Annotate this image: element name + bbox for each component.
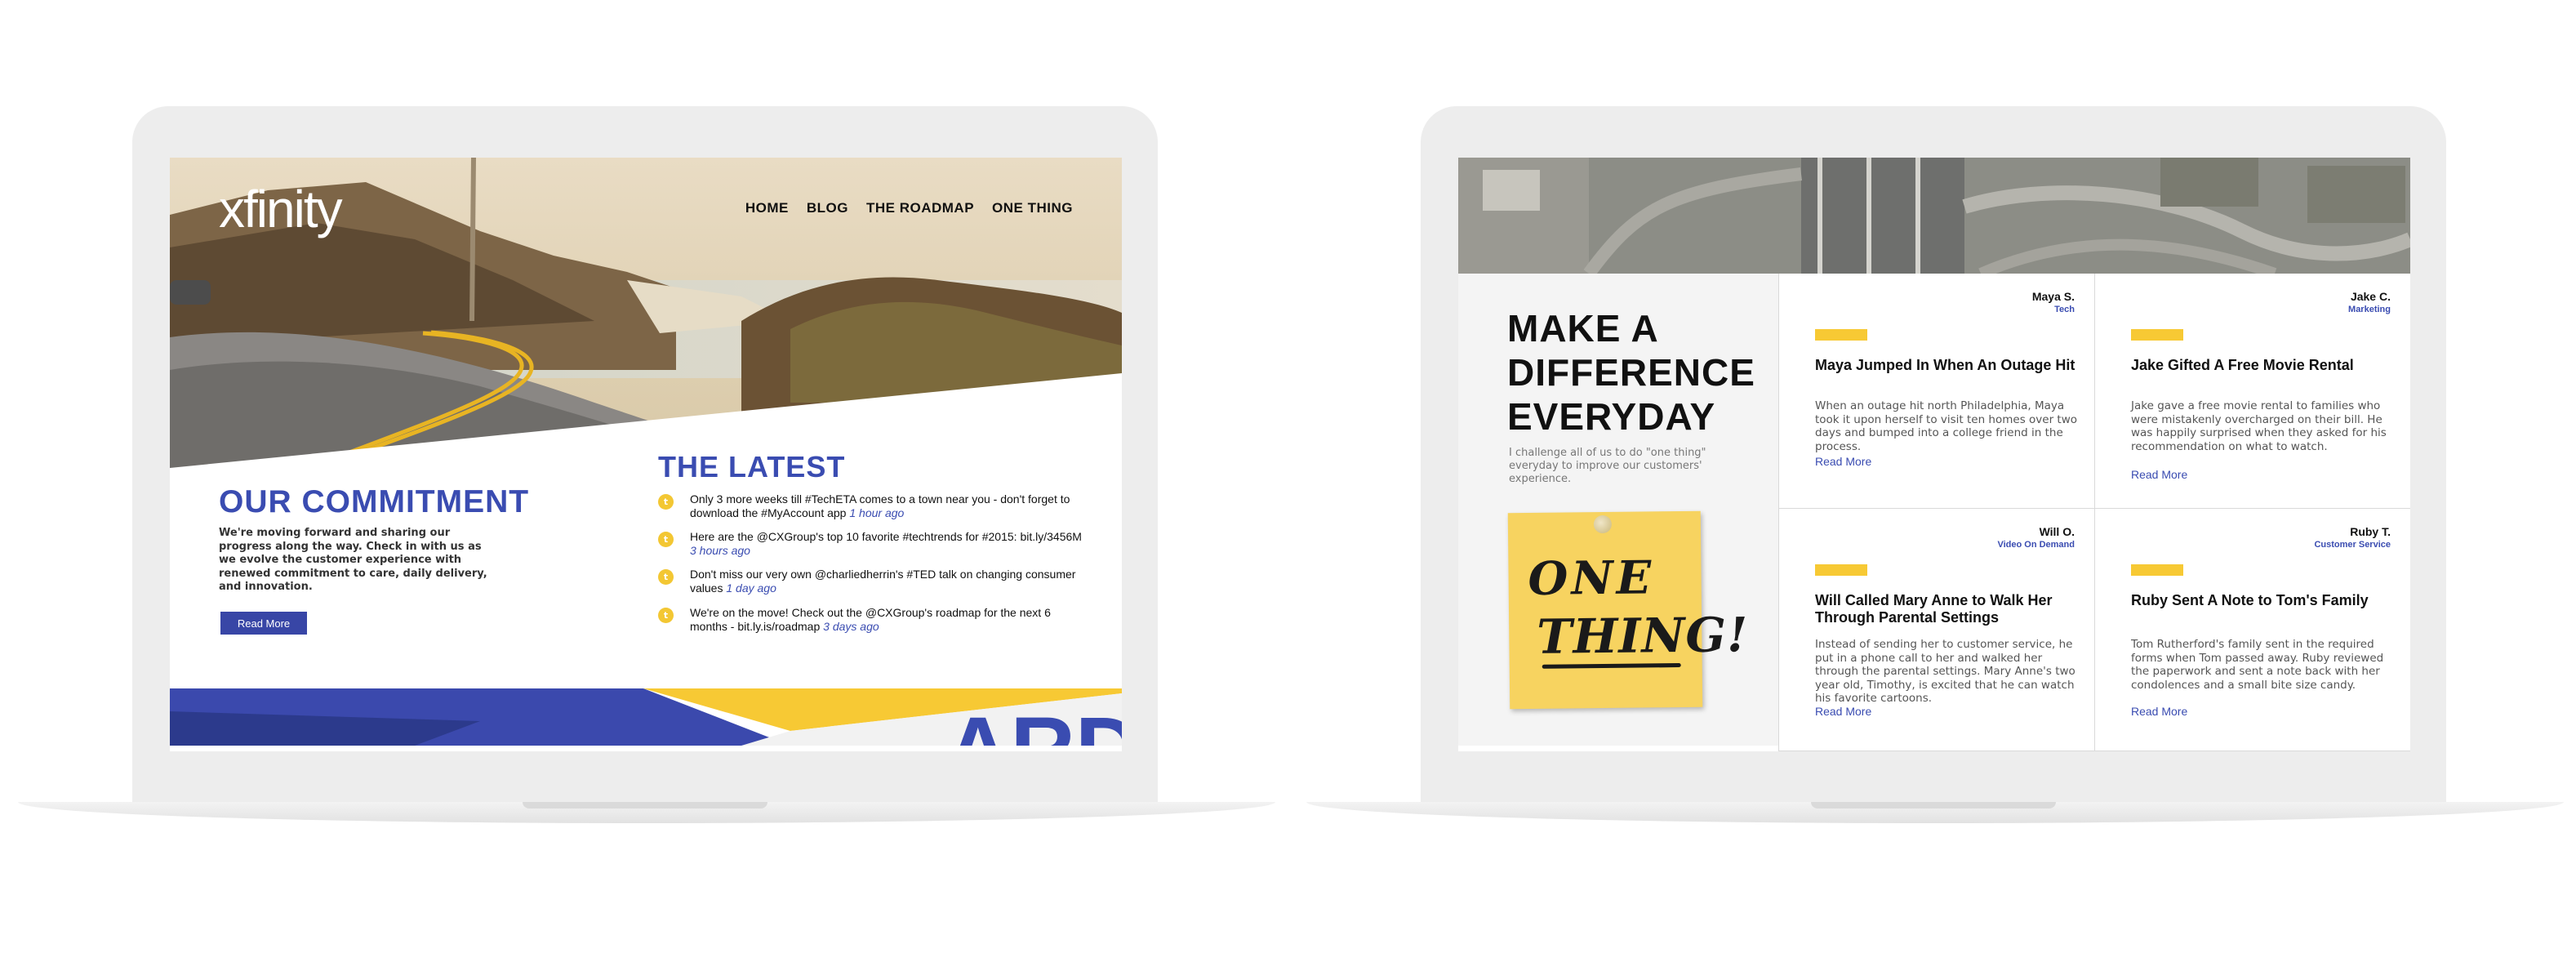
headline: MAKE A DIFFERENCE EVERYDAY <box>1507 306 1755 439</box>
sticky-underline <box>1542 663 1681 669</box>
story-card: Will O. Video On Demand Will Called Mary… <box>1778 509 2094 751</box>
story-role: Marketing <box>2348 305 2391 314</box>
latest-item[interactable]: t Don't miss our very own @charliedherri… <box>658 568 1083 595</box>
top-nav: HOME BLOG THE ROADMAP ONE THING <box>745 200 1073 216</box>
accent-bar <box>2131 329 2183 341</box>
story-role: Video On Demand <box>1997 540 2075 550</box>
aerial-highway-image <box>1458 158 2410 274</box>
story-card: Ruby T. Customer Service Ruby Sent A Not… <box>2094 509 2410 751</box>
accent-bar <box>2131 564 2183 576</box>
latest-item[interactable]: t Only 3 more weeks till #TechETA comes … <box>658 492 1083 519</box>
latest-item-time: 1 day ago <box>726 581 776 595</box>
accent-bar <box>1815 564 1867 576</box>
story-body: Instead of sending her to customer servi… <box>1815 638 2075 705</box>
commitment-read-more-button[interactable]: Read More <box>220 612 307 635</box>
xfinity-logo[interactable]: xfinity <box>219 179 343 239</box>
story-read-more-link[interactable]: Read More <box>2131 705 2187 718</box>
challenge-text: I challenge all of us to do "one thing" … <box>1509 447 1706 485</box>
story-author: Will O. <box>2039 525 2075 538</box>
one-thing-sticky-note: ONE THING! <box>1507 510 1749 710</box>
right-laptop-notch <box>1811 802 2056 808</box>
nav-home[interactable]: HOME <box>745 200 789 216</box>
footer-partial-text: ARD <box>945 699 1122 746</box>
sticky-word-one: ONE <box>1528 550 1655 606</box>
latest-title: THE LATEST <box>658 450 846 483</box>
story-role: Tech <box>2054 305 2075 314</box>
story-body: When an outage hit north Philadelphia, M… <box>1815 399 2078 453</box>
pushpin-icon <box>1593 514 1613 534</box>
story-title: Will Called Mary Anne to Walk Her Throug… <box>1815 592 2053 626</box>
story-title: Ruby Sent A Note to Tom's Family <box>2131 592 2369 608</box>
latest-item[interactable]: t Here are the @CXGroup's top 10 favorit… <box>658 530 1083 557</box>
one-thing-intro: MAKE A DIFFERENCE EVERYDAY I challenge a… <box>1458 274 1778 746</box>
story-author: Maya S. <box>2031 290 2075 303</box>
mockup-stage: xfinity HOME BLOG THE ROADMAP ONE THING … <box>0 0 2576 980</box>
headline-line: MAKE A <box>1507 307 1659 350</box>
twitter-icon: t <box>658 532 674 547</box>
latest-item-time: 3 days ago <box>823 619 879 633</box>
headline-line: DIFFERENCE <box>1507 351 1755 394</box>
twitter-icon: t <box>658 569 674 585</box>
story-read-more-link[interactable]: Read More <box>2131 468 2187 481</box>
sticky-word-thing: THING! <box>1536 607 1749 665</box>
latest-item-text: Here are the @CXGroup's top 10 favorite … <box>690 530 1082 543</box>
accent-bar <box>1815 329 1867 341</box>
nav-blog[interactable]: BLOG <box>807 200 848 216</box>
left-laptop-notch <box>523 802 767 808</box>
hero-banner: xfinity HOME BLOG THE ROADMAP ONE THING <box>170 158 1122 468</box>
latest-item-time: 3 hours ago <box>690 543 750 557</box>
latest-item[interactable]: t We're on the move! Check out the @CXGr… <box>658 606 1083 633</box>
footer-color-band: ARD <box>170 688 1122 746</box>
commitment-title: OUR COMMITMENT <box>219 484 530 519</box>
twitter-icon: t <box>658 494 674 510</box>
story-author: Jake C. <box>2350 290 2391 303</box>
story-title: Jake Gifted A Free Movie Rental <box>2131 357 2354 373</box>
story-read-more-link[interactable]: Read More <box>1815 455 1871 468</box>
latest-item-time: 1 hour ago <box>849 506 905 519</box>
commitment-body: We're moving forward and sharing our pro… <box>219 527 487 593</box>
story-author: Ruby T. <box>2350 525 2391 538</box>
nav-the-roadmap[interactable]: THE ROADMAP <box>866 200 974 216</box>
twitter-icon: t <box>658 608 674 623</box>
left-screen: xfinity HOME BLOG THE ROADMAP ONE THING … <box>170 158 1122 751</box>
story-card: Jake C. Marketing Jake Gifted A Free Mov… <box>2094 274 2410 509</box>
story-title: Maya Jumped In When An Outage Hit <box>1815 357 2075 373</box>
story-role: Customer Service <box>2314 540 2391 550</box>
story-read-more-link[interactable]: Read More <box>1815 705 1871 718</box>
headline-line: EVERYDAY <box>1507 395 1716 438</box>
nav-one-thing[interactable]: ONE THING <box>992 200 1073 216</box>
right-screen: MAKE A DIFFERENCE EVERYDAY I challenge a… <box>1458 158 2410 751</box>
story-card: Maya S. Tech Maya Jumped In When An Outa… <box>1778 274 2094 509</box>
story-body: Tom Rutherford's family sent in the requ… <box>2131 638 2384 692</box>
story-body: Jake gave a free movie rental to familie… <box>2131 399 2387 453</box>
